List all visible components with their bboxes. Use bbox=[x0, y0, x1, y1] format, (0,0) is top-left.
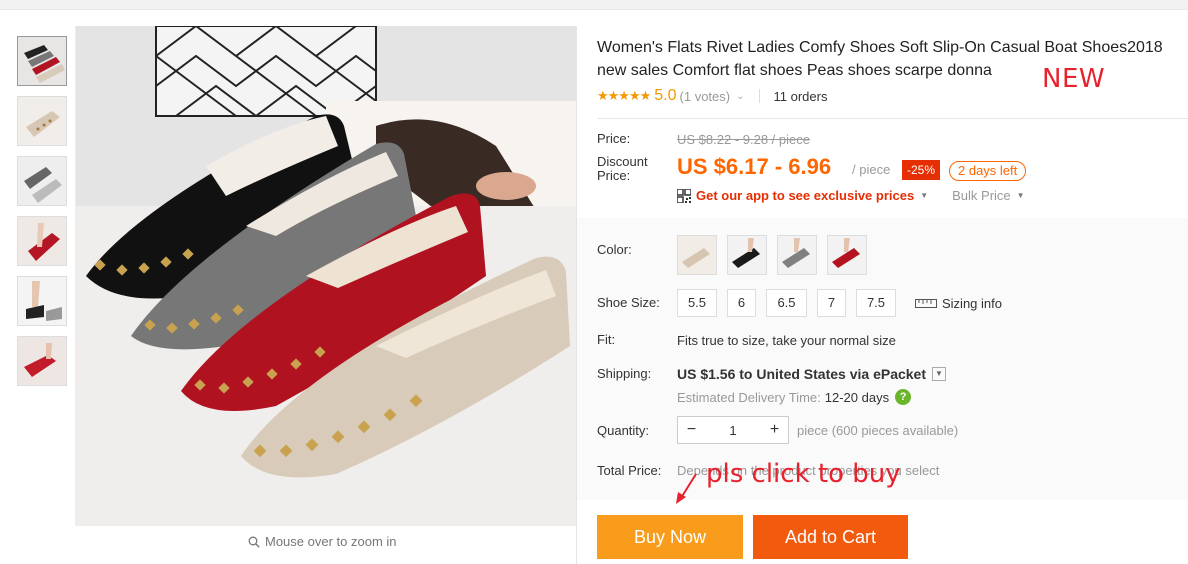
thumbnail-6[interactable] bbox=[17, 336, 67, 386]
sizing-info-link[interactable]: Sizing info bbox=[915, 296, 1002, 311]
caret-down-icon[interactable]: ▼ bbox=[1017, 191, 1025, 200]
size-option[interactable]: 6 bbox=[727, 289, 756, 317]
color-option-grey[interactable] bbox=[777, 235, 817, 275]
size-option[interactable]: 7.5 bbox=[856, 289, 896, 317]
discount-badge: -25% bbox=[902, 160, 941, 180]
color-option-red[interactable] bbox=[827, 235, 867, 275]
specs-panel bbox=[577, 218, 1188, 500]
sizing-info-text: Sizing info bbox=[942, 296, 1002, 311]
discount-price: US $6.17 - 6.96 bbox=[677, 154, 832, 179]
days-left-badge: 2 days left bbox=[949, 161, 1027, 181]
main-product-image[interactable] bbox=[76, 26, 576, 526]
discount-price-label: Discount Price: bbox=[597, 154, 648, 183]
caret-down-icon[interactable]: ▼ bbox=[920, 191, 928, 200]
buy-now-button[interactable]: Buy Now bbox=[597, 515, 743, 559]
plus-icon[interactable]: + bbox=[761, 417, 788, 443]
zoom-hint: Mouse over to zoom in bbox=[248, 534, 397, 549]
size-option[interactable]: 6.5 bbox=[766, 289, 807, 317]
thumbnail-5[interactable] bbox=[17, 276, 67, 326]
orders-count: 11 orders bbox=[773, 88, 828, 104]
add-to-cart-button[interactable]: Add to Cart bbox=[753, 515, 908, 559]
magnifier-icon bbox=[248, 536, 260, 548]
size-option[interactable]: 5.5 bbox=[677, 289, 717, 317]
minus-icon[interactable]: − bbox=[678, 417, 705, 443]
rating-row: ★★★★★ 5.0 (1 votes) ⌄ 11 orders bbox=[597, 86, 827, 106]
quantity-stepper: − + bbox=[677, 416, 789, 444]
chevron-down-icon[interactable]: ⌄ bbox=[736, 91, 744, 102]
thumbnail-3[interactable] bbox=[17, 156, 67, 206]
total-price-label: Total Price: bbox=[597, 463, 662, 478]
delivery-estimate: Estimated Delivery Time: 12-20 days ? bbox=[677, 389, 912, 405]
color-option-black[interactable] bbox=[727, 235, 767, 275]
thumbnail-2[interactable] bbox=[17, 96, 67, 146]
help-icon[interactable]: ? bbox=[895, 389, 912, 405]
shipping-label: Shipping: bbox=[597, 366, 652, 381]
top-bar bbox=[0, 0, 1188, 10]
delivery-days: 12-20 days bbox=[824, 389, 890, 405]
size-option[interactable]: 7 bbox=[817, 289, 846, 317]
shipping-text: US $1.56 to United States via ePacket bbox=[677, 366, 926, 382]
rating-votes[interactable]: (1 votes) bbox=[680, 89, 731, 104]
buy-annotation: pls click to buy bbox=[706, 459, 901, 489]
shipping-dropdown-icon[interactable]: ▼ bbox=[932, 367, 946, 381]
shoe-size-label: Shoe Size: bbox=[597, 295, 660, 310]
fit-label: Fit: bbox=[597, 332, 616, 347]
original-price: US $8.22 - 9.28 / piece bbox=[677, 132, 810, 147]
zoom-hint-text: Mouse over to zoom in bbox=[265, 534, 397, 549]
thumbnail-1[interactable] bbox=[17, 36, 67, 86]
new-annotation: NEW bbox=[1042, 64, 1106, 94]
quantity-input[interactable] bbox=[705, 417, 761, 443]
bulk-price-link[interactable]: Bulk Price bbox=[952, 188, 1011, 203]
rating-stars: ★★★★★ bbox=[597, 88, 651, 103]
thumbnail-list bbox=[8, 26, 76, 526]
annotation-arrow-icon bbox=[676, 473, 697, 504]
color-label: Color: bbox=[597, 242, 632, 257]
qr-code-icon bbox=[677, 188, 691, 203]
divider bbox=[597, 118, 1188, 119]
quantity-available: piece (600 pieces available) bbox=[797, 423, 959, 438]
rating-score: 5.0 bbox=[654, 87, 677, 104]
app-promo-row: Get our app to see exclusive prices ▼ Bu… bbox=[677, 188, 1025, 203]
price-label: Price: bbox=[597, 131, 631, 146]
thumbnail-4[interactable] bbox=[17, 216, 67, 266]
color-option-beige[interactable] bbox=[677, 235, 717, 275]
fit-text: Fits true to size, take your normal size bbox=[677, 333, 896, 348]
ruler-icon bbox=[915, 299, 937, 308]
divider bbox=[758, 89, 760, 103]
shipping-info: US $1.56 to United States via ePacket ▼ bbox=[677, 366, 946, 382]
quantity-label: Quantity: bbox=[597, 423, 650, 438]
delivery-label: Estimated Delivery Time: bbox=[677, 389, 821, 405]
app-promo-link[interactable]: Get our app to see exclusive prices bbox=[696, 188, 914, 203]
per-piece-unit: / piece bbox=[852, 162, 891, 177]
